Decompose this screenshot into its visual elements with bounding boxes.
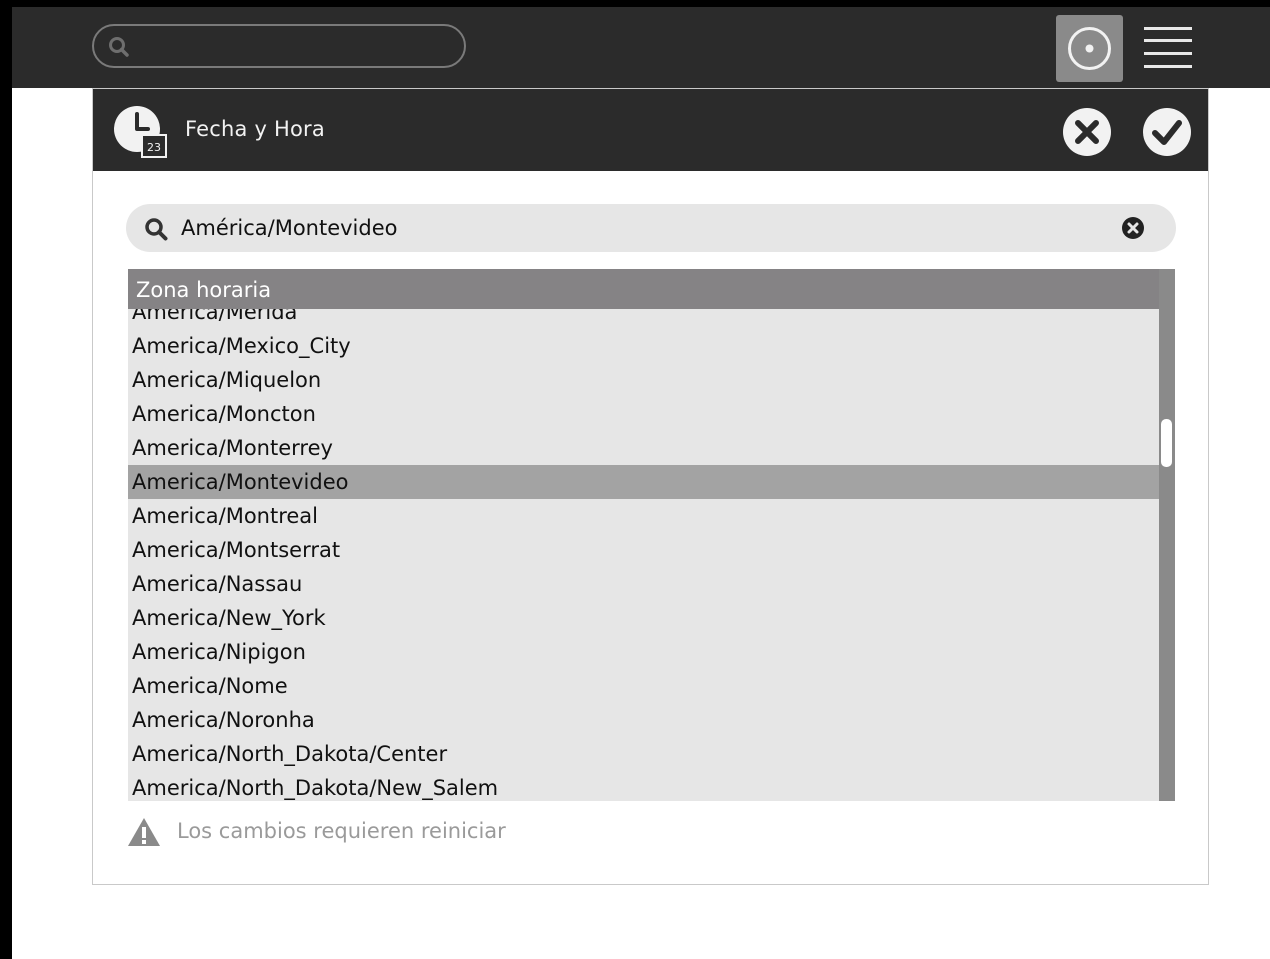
dialog-header: 23 Fecha y Hora [93, 89, 1208, 171]
scrollbar[interactable] [1159, 269, 1175, 801]
list-item[interactable]: America/Mexico_City [128, 329, 1159, 363]
checkmark-icon [1143, 108, 1191, 156]
search-icon [108, 36, 130, 62]
hamburger-menu-icon[interactable] [1144, 25, 1194, 71]
clear-search-icon[interactable] [1122, 217, 1144, 243]
timezone-list[interactable]: America/Merida America/Mexico_City America… [128, 269, 1175, 801]
list-item[interactable]: America/Montserrat [128, 533, 1159, 567]
top-bar [12, 7, 1270, 88]
list-item[interactable]: America/Noronha [128, 703, 1159, 737]
timezone-list-rows: America/Merida America/Mexico_City America… [128, 295, 1159, 801]
cancel-button[interactable] [1062, 107, 1112, 157]
list-header: Zona horaria [128, 269, 1159, 309]
circle-dot-icon [1068, 27, 1111, 70]
list-item[interactable]: America/Montreal [128, 499, 1159, 533]
search-icon [144, 217, 168, 245]
confirm-button[interactable] [1142, 107, 1192, 157]
warning-text: Los cambios requieren reiniciar [177, 819, 506, 843]
list-item[interactable]: America/Nome [128, 669, 1159, 703]
home-button[interactable] [1056, 15, 1123, 82]
svg-text:23: 23 [147, 141, 161, 154]
list-item[interactable]: America/Nassau [128, 567, 1159, 601]
list-item[interactable]: America/Miquelon [128, 363, 1159, 397]
list-item[interactable]: America/Monterrey [128, 431, 1159, 465]
timezone-search-input[interactable]: América/Montevideo [126, 204, 1176, 252]
search-value: América/Montevideo [181, 216, 398, 240]
top-search-input[interactable] [92, 24, 466, 68]
list-item[interactable]: America/Nipigon [128, 635, 1159, 669]
date-time-dialog: 23 Fecha y Hora América/Montevideo Ameri… [92, 88, 1209, 885]
list-item-selected[interactable]: America/Montevideo [128, 465, 1159, 499]
list-item[interactable]: America/New_York [128, 601, 1159, 635]
screen: 23 Fecha y Hora América/Montevideo Ameri… [12, 7, 1270, 959]
scrollbar-thumb[interactable] [1161, 419, 1172, 467]
close-icon [1063, 108, 1111, 156]
list-item[interactable]: America/North_Dakota/Center [128, 737, 1159, 771]
dialog-title: Fecha y Hora [185, 117, 325, 141]
clock-calendar-icon: 23 [114, 106, 167, 158]
list-item[interactable]: America/Moncton [128, 397, 1159, 431]
warning-icon [128, 818, 160, 846]
list-item[interactable]: America/North_Dakota/New_Salem [128, 771, 1159, 801]
